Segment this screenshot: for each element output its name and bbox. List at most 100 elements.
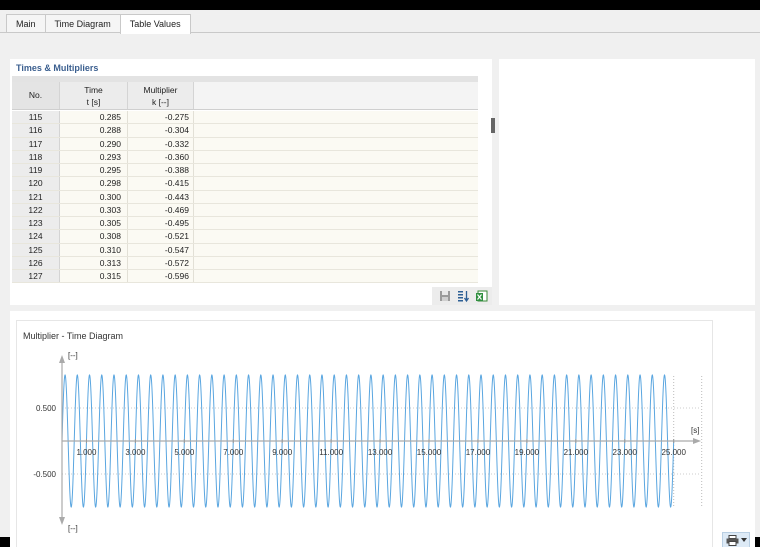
table-cell-t[interactable]: 0.315 [60, 270, 128, 283]
table-row[interactable]: 120 0.298 -0.415 [12, 177, 478, 191]
table-cell-extra[interactable] [194, 138, 478, 150]
table-cell-no: 120 [12, 177, 60, 190]
column-header-time-unit: t [s] [86, 97, 101, 107]
x-tick-label: 13.000 [368, 448, 393, 457]
table-row[interactable]: 115 0.285 -0.275 [12, 111, 478, 125]
table-cell-extra[interactable] [194, 124, 478, 136]
table-row[interactable]: 127 0.315 -0.596 [12, 270, 478, 284]
y-axis-arrow-down [59, 517, 65, 525]
table-cell-no: 125 [12, 243, 60, 256]
table-cell-k[interactable]: -0.360 [128, 150, 194, 163]
table-cell-t[interactable]: 0.285 [60, 111, 128, 124]
vertical-scrollbar-thumb[interactable] [491, 118, 495, 133]
table-cell-extra[interactable] [194, 177, 478, 189]
table-cell-extra[interactable] [194, 244, 478, 256]
print-button[interactable] [722, 532, 750, 547]
table-cell-no: 117 [12, 137, 60, 150]
table-cell-t[interactable]: 0.290 [60, 137, 128, 150]
tab-content: Times & Multipliers No. Time t [s] Multi… [0, 32, 760, 547]
table-cell-t[interactable]: 0.298 [60, 177, 128, 190]
table-row[interactable]: 126 0.313 -0.572 [12, 256, 478, 270]
column-header-time[interactable]: Time t [s] [60, 82, 128, 109]
x-tick-label: 17.000 [466, 448, 491, 457]
table-cell-k[interactable]: -0.332 [128, 137, 194, 150]
x-tick-label: 3.000 [125, 448, 146, 457]
table-cell-t[interactable]: 0.300 [60, 190, 128, 203]
table-cell-k[interactable]: -0.596 [128, 270, 194, 283]
table-row[interactable]: 124 0.308 -0.521 [12, 230, 478, 244]
export-excel-icon[interactable] [474, 289, 488, 303]
column-header-empty [194, 82, 478, 109]
values-table: No. Time t [s] Multiplier k [--] 115 0.28… [12, 76, 478, 290]
table-cell-t[interactable]: 0.303 [60, 203, 128, 216]
table-header: No. Time t [s] Multiplier k [--] [12, 82, 478, 110]
table-cell-no: 124 [12, 230, 60, 243]
table-cell-no: 122 [12, 203, 60, 216]
table-cell-t[interactable]: 0.288 [60, 124, 128, 137]
table-row[interactable]: 122 0.303 -0.469 [12, 203, 478, 217]
x-tick-label: 25.000 [661, 448, 686, 457]
table-cell-k[interactable]: -0.495 [128, 217, 194, 230]
table-row[interactable]: 119 0.295 -0.388 [12, 164, 478, 178]
table-cell-t[interactable]: 0.305 [60, 217, 128, 230]
tab-bar: Main Time Diagram Table Values [6, 14, 191, 34]
table-row[interactable]: 125 0.310 -0.547 [12, 243, 478, 257]
table-cell-t[interactable]: 0.295 [60, 164, 128, 177]
column-header-multiplier-unit: k [--] [152, 97, 169, 107]
table-row[interactable]: 121 0.300 -0.443 [12, 190, 478, 204]
column-header-multiplier-label: Multiplier [143, 85, 178, 95]
table-cell-no: 121 [12, 190, 60, 203]
table-cell-t[interactable]: 0.308 [60, 230, 128, 243]
x-tick-label: 21.000 [564, 448, 589, 457]
x-tick-label: 1.000 [76, 448, 97, 457]
table-row[interactable]: 116 0.288 -0.304 [12, 124, 478, 138]
table-cell-k[interactable]: -0.469 [128, 203, 194, 216]
table-cell-extra[interactable] [194, 230, 478, 242]
x-unit: [s] [691, 426, 699, 435]
table-cell-k[interactable]: -0.547 [128, 243, 194, 256]
table-cell-k[interactable]: -0.443 [128, 190, 194, 203]
table-cell-extra[interactable] [194, 257, 478, 269]
y-unit-bottom: [--] [68, 524, 78, 533]
table-cell-k[interactable]: -0.572 [128, 256, 194, 269]
table-cell-k[interactable]: -0.415 [128, 177, 194, 190]
table-cell-extra[interactable] [194, 191, 478, 203]
tab-time-diagram[interactable]: Time Diagram [44, 14, 121, 33]
preview-panel [499, 59, 755, 305]
table-row[interactable]: 118 0.293 -0.360 [12, 150, 478, 164]
table-cell-k[interactable]: -0.521 [128, 230, 194, 243]
table-row[interactable]: 123 0.305 -0.495 [12, 217, 478, 231]
table-cell-k[interactable]: -0.304 [128, 124, 194, 137]
save-icon[interactable] [438, 289, 452, 303]
table-body: 115 0.285 -0.275 116 0.288 -0.304 117 0.290 -0.3… [12, 111, 478, 284]
table-cell-no: 123 [12, 217, 60, 230]
sort-icon[interactable] [456, 289, 470, 303]
x-tick-label: 5.000 [174, 448, 195, 457]
tab-table-values[interactable]: Table Values [119, 14, 191, 34]
table-cell-extra[interactable] [194, 217, 478, 229]
table-cell-t[interactable]: 0.293 [60, 150, 128, 163]
table-toolbar [432, 287, 492, 305]
table-cell-extra[interactable] [194, 204, 478, 216]
times-multipliers-panel: Times & Multipliers No. Time t [s] Multi… [10, 59, 495, 305]
column-header-no[interactable]: No. [12, 82, 60, 109]
chart-frame: Multiplier - Time Diagram 0.500 -0.500 1.0… [16, 320, 713, 547]
table-cell-no: 116 [12, 124, 60, 137]
table-cell-no: 118 [12, 150, 60, 163]
table-cell-extra[interactable] [194, 164, 478, 176]
chart-panel: Multiplier - Time Diagram 0.500 -0.500 1.0… [10, 311, 755, 547]
table-cell-k[interactable]: -0.388 [128, 164, 194, 177]
table-cell-t[interactable]: 0.310 [60, 243, 128, 256]
chevron-down-icon [740, 538, 747, 542]
table-row[interactable]: 117 0.290 -0.332 [12, 137, 478, 151]
column-header-multiplier[interactable]: Multiplier k [--] [128, 82, 194, 109]
table-cell-t[interactable]: 0.313 [60, 256, 128, 269]
table-cell-extra[interactable] [194, 111, 478, 123]
table-cell-k[interactable]: -0.275 [128, 111, 194, 124]
y-unit-top: [--] [68, 351, 78, 360]
x-tick-label: 7.000 [223, 448, 244, 457]
tab-main[interactable]: Main [6, 14, 46, 33]
table-cell-no: 127 [12, 270, 60, 283]
table-cell-extra[interactable] [194, 151, 478, 163]
table-cell-extra[interactable] [194, 270, 478, 282]
